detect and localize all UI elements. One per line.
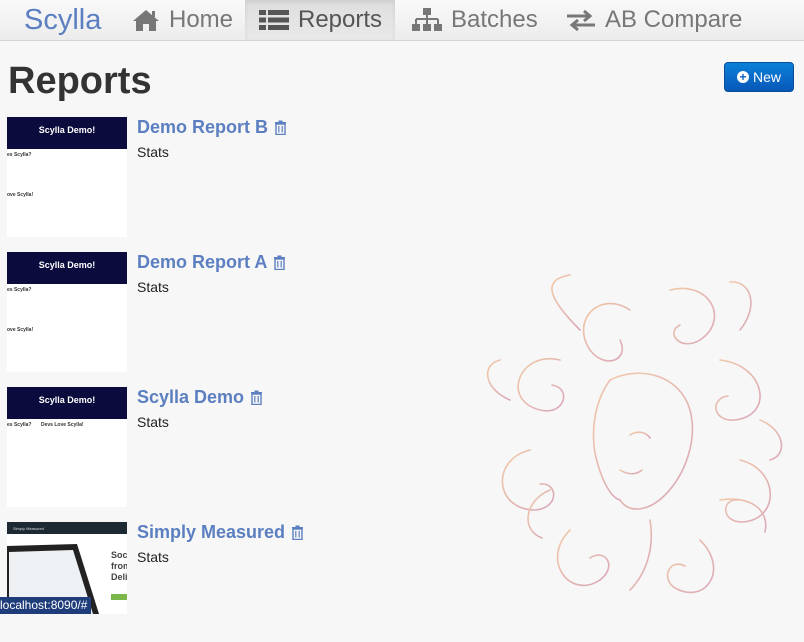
report-title-link[interactable]: Simply Measured (137, 522, 304, 542)
thumbnail-line: Devs Love Scylla! (41, 422, 84, 428)
thumbnail-line: es Scylla? (7, 287, 32, 293)
trash-icon[interactable] (250, 390, 263, 405)
nav-batches[interactable]: Batches (411, 0, 538, 40)
top-navbar: Scylla Home Reports Batches AB Compare (0, 0, 804, 41)
medusa-watermark-image (486, 274, 783, 594)
stats-link[interactable]: Stats (137, 144, 169, 160)
report-thumbnail[interactable]: Scylla Demo! es Scylla? ove Scylla! (7, 252, 127, 372)
thumbnail-cta (111, 594, 127, 600)
thumbnail-line: ove Scylla! (7, 327, 34, 333)
home-icon (133, 10, 159, 31)
thumbnail-banner: Scylla Demo! (38, 260, 96, 270)
report-thumbnail[interactable]: Scylla Demo! es Scylla? ove Scylla! (7, 117, 127, 237)
brand-link[interactable]: Scylla (24, 1, 101, 39)
thumbnail-brand: Simply Measured (13, 526, 44, 531)
nav-home-label: Home (169, 6, 234, 33)
thumbnail-line: es Scylla? (7, 422, 32, 428)
report-item: Scylla Demo! es Scylla? ove Scylla! Demo… (7, 252, 507, 372)
sitemap-icon (412, 8, 442, 31)
stats-link[interactable]: Stats (137, 279, 169, 295)
nav-home[interactable]: Home (128, 0, 233, 40)
stats-link[interactable]: Stats (137, 414, 169, 430)
thumbnail-line: Soci (111, 550, 127, 560)
trash-icon[interactable] (274, 120, 287, 135)
new-report-button[interactable]: + New (724, 62, 794, 92)
thumbnail-banner: Scylla Demo! (38, 125, 96, 135)
status-bar-url: localhost:8090/# (0, 597, 92, 614)
exchange-icon (567, 9, 595, 32)
thumbnail-line: Deliv (111, 572, 127, 582)
thumbnail-line: from (111, 561, 127, 571)
trash-icon[interactable] (273, 255, 286, 270)
report-title-link[interactable]: Demo Report A (137, 252, 286, 272)
report-title: Scylla Demo (137, 386, 245, 407)
report-item: Scylla Demo! es Scylla? ove Scylla! Demo… (7, 117, 507, 237)
report-item: Simply Measured Soci from Deliv Simply M… (7, 522, 507, 642)
thumbnail-line: es Scylla? (7, 152, 32, 158)
page-title: Reports (8, 60, 152, 102)
thumbnail-line: ove Scylla! (7, 192, 34, 198)
report-item: Scylla Demo! es Scylla? Devs Love Scylla… (7, 387, 507, 507)
plus-circle-icon: + (736, 71, 749, 83)
nav-batches-label: Batches (451, 6, 538, 33)
report-title-link[interactable]: Demo Report B (137, 117, 287, 137)
stats-link[interactable]: Stats (137, 549, 169, 565)
list-icon (259, 10, 289, 30)
report-title: Demo Report B (137, 116, 269, 137)
nav-reports[interactable]: Reports (245, 0, 395, 40)
report-title: Demo Report A (137, 251, 268, 272)
report-title-link[interactable]: Scylla Demo (137, 387, 263, 407)
nav-ab-compare-label: AB Compare (605, 6, 743, 33)
new-button-label: New (752, 69, 781, 85)
report-thumbnail[interactable]: Scylla Demo! es Scylla? Devs Love Scylla… (7, 387, 127, 507)
trash-icon[interactable] (291, 525, 304, 540)
nav-reports-label: Reports (298, 6, 383, 33)
thumbnail-banner: Scylla Demo! (38, 395, 96, 405)
report-title: Simply Measured (137, 521, 286, 542)
nav-ab-compare[interactable]: AB Compare (565, 0, 742, 40)
